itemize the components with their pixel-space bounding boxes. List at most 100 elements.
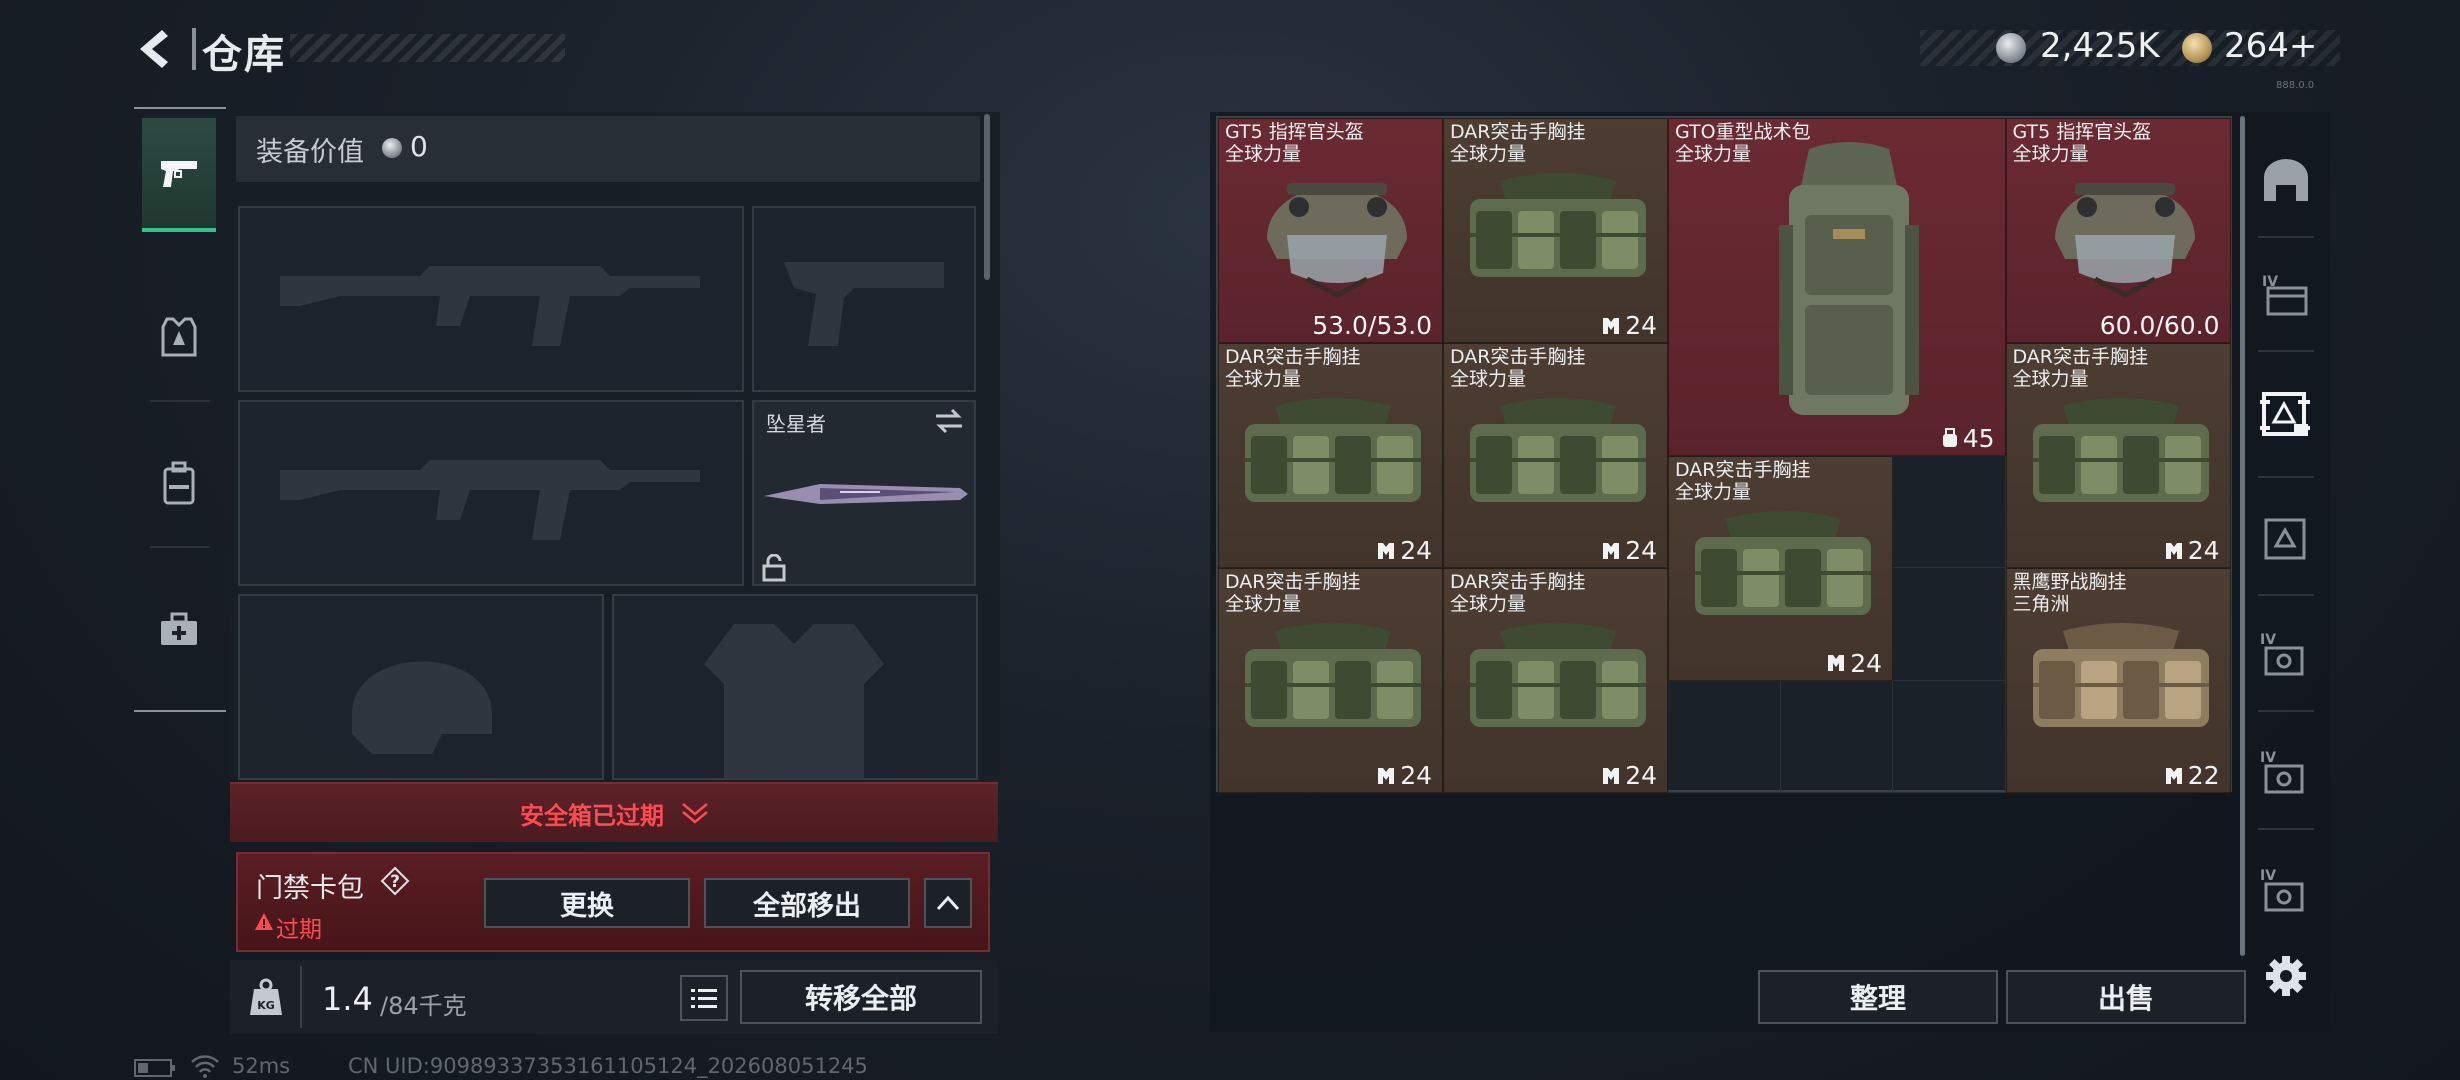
item-name: GT5 指挥官头盔	[1225, 121, 1364, 143]
item-faction: 全球力量	[1225, 368, 1302, 390]
storage-item-rig[interactable]: DAR突击手胸挂 全球力量 24	[1668, 455, 1893, 681]
svg-text:IV: IV	[2260, 750, 2276, 766]
battery-icon	[134, 1059, 175, 1077]
storage-item-rig[interactable]: DAR突击手胸挂 全球力量 24	[1443, 118, 1668, 343]
weight-max: /84千克	[380, 992, 467, 1020]
grid-cell[interactable]	[1893, 455, 2006, 568]
storage-tab-iv-1[interactable]: IV	[2254, 262, 2318, 326]
pistol-silhouette-icon	[784, 262, 944, 346]
storage-crate-iv-icon: IV	[2260, 868, 2304, 912]
storage-item-rig-tan[interactable]: 黑鹰野战胸挂 三角洲 22	[2005, 568, 2231, 793]
item-name: DAR突击手胸挂	[1450, 346, 1586, 368]
sidearm-slot[interactable]	[752, 206, 976, 392]
item-count: 24	[1376, 536, 1432, 565]
back-arrow-icon	[140, 30, 168, 68]
storage-crate-active-icon	[2260, 392, 2310, 436]
item-name: DAR突击手胸挂	[2012, 346, 2149, 368]
helmet-icon	[1267, 183, 1407, 298]
item-faction: 全球力量	[1225, 593, 1302, 615]
storage-grid[interactable]: GT5 指挥官头盔 全球力量 53.0/53.0 DAR突击手胸挂 全球力量 24 GT…	[1216, 116, 2232, 793]
chest-rig-icon	[1470, 398, 1646, 502]
capacity-rig-icon	[2165, 767, 2182, 784]
item-name: DAR突击手胸挂	[1450, 121, 1586, 143]
grid-cell[interactable]	[1893, 568, 2006, 681]
equipment-value: 0	[410, 130, 428, 163]
storage-scrollbar[interactable]	[2240, 116, 2245, 956]
capacity-rig-icon	[1603, 317, 1620, 334]
sidebar-item-armor[interactable]	[142, 282, 216, 392]
storage-item-rig[interactable]: DAR突击手胸挂 全球力量 24	[1443, 568, 1668, 793]
sort-button[interactable]: 整理	[1758, 970, 1998, 1024]
backpack-icon	[163, 461, 195, 505]
item-name: GTO重型战术包	[1675, 121, 1811, 143]
swap-arrows-icon[interactable]	[932, 408, 966, 434]
svg-text:IV: IV	[2260, 632, 2276, 648]
back-button[interactable]	[130, 24, 180, 74]
transfer-all-button[interactable]: 转移全部	[740, 970, 982, 1024]
item-count: 24	[1601, 536, 1657, 565]
storage-item-helmet[interactable]: GT5 指挥官头盔 全球力量 60.0/60.0	[2005, 118, 2231, 343]
gold-currency-amount[interactable]: 264+	[2224, 26, 2317, 66]
settings-button[interactable]	[2254, 944, 2318, 1008]
storage-item-backpack[interactable]: GTO重型战术包 全球力量 45	[1668, 118, 2006, 456]
storage-item-rig[interactable]: DAR突击手胸挂 全球力量 24	[1443, 343, 1668, 568]
list-view-button[interactable]	[680, 975, 728, 1021]
helmet-slot[interactable]	[238, 594, 604, 780]
item-count: 60.0/60.0	[2100, 311, 2220, 340]
capacity-bag-icon	[1942, 428, 1957, 447]
sidebar-bottom-line	[134, 710, 226, 712]
storage-tab-iv-5[interactable]: IV	[2254, 858, 2318, 922]
sidebar-item-backpack[interactable]	[142, 428, 216, 538]
storage-crate-icon	[2264, 518, 2306, 560]
item-count-value: 53.0/53.0	[1312, 311, 1432, 340]
weight-divider	[300, 966, 302, 1028]
item-name: 黑鹰野战胸挂	[2012, 571, 2127, 593]
item-faction: 全球力量	[2012, 368, 2089, 390]
chest-rig-icon	[1470, 173, 1646, 277]
primary-weapon-slot[interactable]	[238, 206, 744, 392]
right-sidebar-divider	[2258, 236, 2314, 238]
collapse-button[interactable]	[924, 878, 972, 928]
storage-tab-active[interactable]	[2254, 382, 2318, 446]
sell-button[interactable]: 出售	[2006, 970, 2246, 1024]
secondary-weapon-slot[interactable]	[238, 400, 744, 586]
vest-silhouette-icon	[704, 624, 884, 778]
equipment-scrollbar[interactable]	[984, 114, 990, 280]
chest-rig-icon	[1695, 510, 1871, 615]
capacity-rig-icon	[1603, 542, 1620, 559]
storage-item-rig[interactable]: DAR突击手胸挂 全球力量 24	[1218, 568, 1443, 793]
storage-home-tab[interactable]	[2254, 148, 2318, 212]
storage-item-rig[interactable]: DAR突击手胸挂 全球力量 24	[2005, 343, 2231, 568]
user-uid: CN UID:9098933735316110512​4_20260805124…	[348, 1054, 868, 1078]
svg-text:IV: IV	[2260, 868, 2276, 884]
move-all-out-button[interactable]: 全部移出	[704, 878, 910, 928]
right-sidebar-divider	[2258, 710, 2314, 712]
grid-cell[interactable]	[1893, 680, 2006, 793]
item-faction: 三角洲	[2012, 593, 2070, 615]
help-icon[interactable]: ?	[380, 866, 410, 896]
storage-tab-iv-4[interactable]: IV	[2254, 740, 2318, 804]
secure-case-status: 安全箱已过期	[520, 802, 664, 830]
grid-cell[interactable]	[1780, 680, 1893, 793]
swap-button[interactable]: 更换	[484, 878, 690, 928]
sidebar-item-medical[interactable]	[142, 574, 216, 684]
storage-crate-iv-icon: IV	[2260, 750, 2304, 794]
melee-slot[interactable]: 坠星者	[752, 400, 976, 586]
sidebar-item-weapons[interactable]	[142, 118, 216, 232]
storage-item-rig[interactable]: DAR突击手胸挂 全球力量 24	[1218, 343, 1443, 568]
grid-cell[interactable]	[1668, 680, 1781, 793]
capacity-rig-icon	[1828, 655, 1845, 671]
card-pack-status: 过期	[276, 917, 322, 943]
storage-item-helmet[interactable]: GT5 指挥官头盔 全球力量 53.0/53.0	[1218, 118, 1443, 343]
body-armor-slot[interactable]	[612, 594, 978, 780]
item-count-value: 24	[1400, 536, 1432, 565]
item-count: 24	[1601, 311, 1657, 340]
storage-tab-iv-3[interactable]: IV	[2254, 622, 2318, 686]
item-count-value: 24	[1625, 311, 1657, 340]
item-count: 22	[2164, 761, 2220, 790]
chevron-up-icon	[936, 895, 960, 911]
equipment-value-label: 装备价值	[256, 137, 364, 168]
item-faction: 全球力量	[1675, 480, 1752, 503]
sidebar-divider	[150, 546, 210, 548]
storage-tab-2[interactable]	[2254, 506, 2318, 570]
